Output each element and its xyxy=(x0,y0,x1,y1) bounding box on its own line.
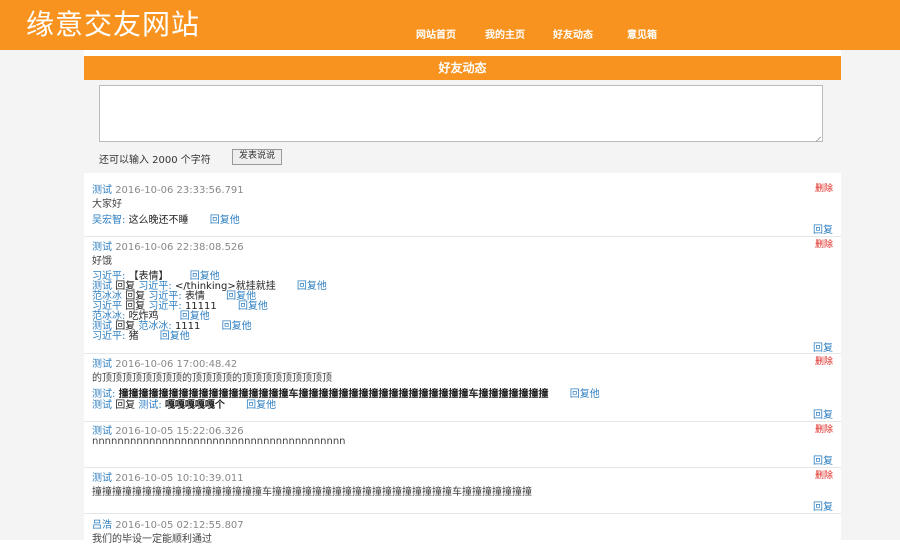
post-content: 的顶顶顶顶顶顶顶顶的顶顶顶顶的顶顶顶顶顶顶顶顶顶 xyxy=(92,373,332,384)
resize-grip-icon[interactable] xyxy=(815,136,821,142)
reply-button[interactable]: 回复 xyxy=(813,221,833,236)
post-content: 我们的毕设一定能顺利通过 xyxy=(92,534,212,545)
post-content: 好饿 xyxy=(92,256,112,267)
delete-button[interactable]: 删除 xyxy=(815,468,833,481)
reply-to-button[interactable]: 回复他 xyxy=(238,301,268,312)
replied-word: 回复 xyxy=(115,400,136,411)
delete-button[interactable]: 删除 xyxy=(815,181,833,194)
publish-button[interactable]: 发表说说 xyxy=(232,149,283,165)
post-header: 测试 2016-10-06 22:38:08.526 xyxy=(92,238,244,253)
reply-to-button[interactable]: 回复他 xyxy=(222,321,252,332)
reply-to-button[interactable]: 回复他 xyxy=(246,400,276,411)
site-logo[interactable]: 缘意交友网站 xyxy=(26,10,200,40)
comment-text: 这么晚还不睡 xyxy=(128,215,189,226)
post-divider xyxy=(84,513,841,514)
comment-text: 嘎嘎嘎嘎嘎个 xyxy=(164,400,225,411)
post-time: 2016-10-06 22:38:08.526 xyxy=(115,242,244,253)
nav-my-page[interactable]: 我的主页 xyxy=(485,26,525,41)
remaining-chars: 还可以输入 2000 个字符 xyxy=(99,155,211,166)
post-header: 测试 2016-10-06 23:33:56.791 xyxy=(92,181,244,196)
nav-suggestion-box[interactable]: 意见箱 xyxy=(627,26,657,41)
post-content: 大家好 xyxy=(92,199,122,210)
reply-to-button[interactable]: 回复他 xyxy=(210,215,240,226)
post-content: 撞撞撞撞撞撞撞撞撞撞撞撞撞撞撞撞撞车撞撞撞撞撞撞撞撞撞撞撞撞撞撞撞撞撞撞车撞撞撞… xyxy=(92,487,532,498)
page-margin-left xyxy=(0,50,84,540)
reply-to-button[interactable]: 回复他 xyxy=(570,389,600,400)
reply-button[interactable]: 回复 xyxy=(813,406,833,421)
post-divider xyxy=(84,353,841,354)
comment-line: 吴宏智: 这么晚还不睡 回复他 xyxy=(92,211,240,226)
post-composer: 还可以输入 2000 个字符 发表说说 xyxy=(84,80,841,173)
post-header: 测试 2016-10-06 17:00:48.42 xyxy=(92,355,237,370)
comment-user[interactable]: 习近平: xyxy=(92,331,125,342)
delete-button[interactable]: 删除 xyxy=(815,422,833,435)
post-divider xyxy=(84,236,841,237)
reply-to-button[interactable]: 回复他 xyxy=(160,331,190,342)
post-divider xyxy=(84,467,841,468)
page-margin-right xyxy=(841,50,900,540)
reply-to-button[interactable]: 回复他 xyxy=(297,281,327,292)
section-title: 好友动态 xyxy=(84,56,841,80)
post-header: 吕浩 2016-10-05 02:12:55.807 xyxy=(92,516,244,531)
comment-text: 猪 xyxy=(128,331,139,342)
comment-user[interactable]: 测试 xyxy=(92,400,112,411)
reply-button[interactable]: 回复 xyxy=(813,452,833,467)
post-header: 测试 2016-10-05 10:10:39.011 xyxy=(92,469,244,484)
post-textarea[interactable] xyxy=(99,85,823,142)
nav-friend-feed[interactable]: 好友动态 xyxy=(553,26,593,41)
comment-line: 习近平: 猪 回复他 xyxy=(92,327,190,342)
delete-button[interactable]: 删除 xyxy=(815,354,833,367)
post-content: nnnnnnnnnnnnnnnnnnnnnnnnnnnnnnnnnnnnnnnn xyxy=(92,436,346,447)
comment-target-user[interactable]: 测试: xyxy=(138,400,161,411)
reply-button[interactable]: 回复 xyxy=(813,498,833,513)
nav-home[interactable]: 网站首页 xyxy=(416,26,456,41)
post-time: 2016-10-06 23:33:56.791 xyxy=(115,185,244,196)
reply-button[interactable]: 回复 xyxy=(813,339,833,354)
delete-button[interactable]: 删除 xyxy=(815,237,833,250)
comment-user[interactable]: 吴宏智: xyxy=(92,215,125,226)
post-header: 测试 2016-10-05 15:22:06.326 xyxy=(92,422,244,437)
comment-line: 测试 回复 测试: 嘎嘎嘎嘎嘎个 回复他 xyxy=(92,396,276,411)
header-bar: 缘意交友网站 网站首页 我的主页 好友动态 意见箱 xyxy=(0,0,900,50)
